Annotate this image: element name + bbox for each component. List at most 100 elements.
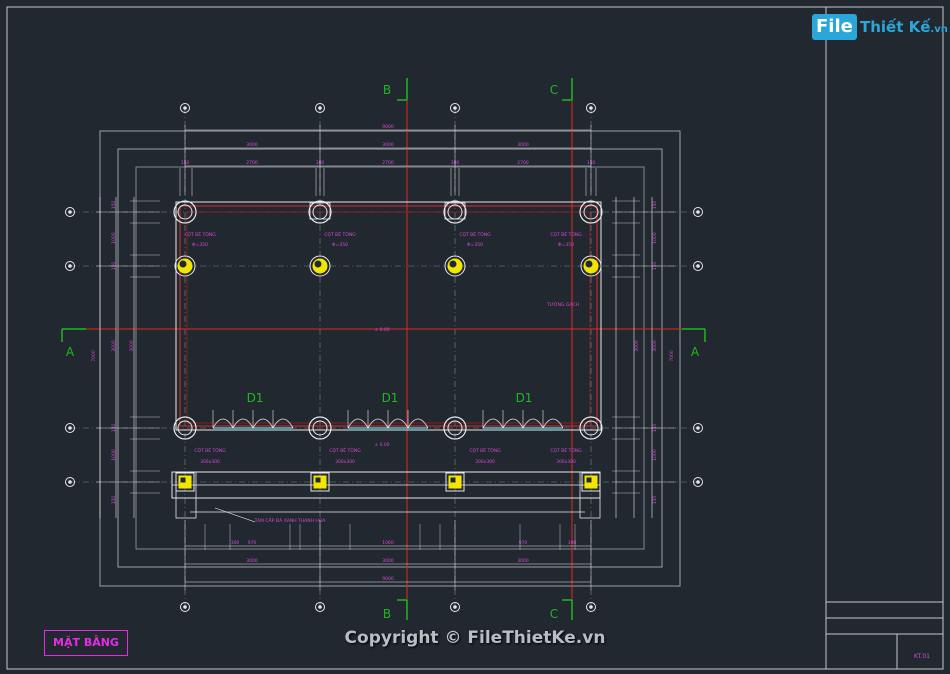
square-column-mark bbox=[180, 477, 186, 483]
door-swing-arc bbox=[542, 418, 564, 429]
column-size: Φ=350 bbox=[192, 242, 208, 248]
dim-side-center: 3000 bbox=[652, 340, 658, 352]
cad-sheet: B C B C A A D1 D1 D1 CỘT BÊ TÔNG Φ=350 CỘT BÊ TÔNG Φ… bbox=[0, 0, 950, 674]
axis-bubble-dot bbox=[318, 605, 322, 609]
logo-file-badge: File bbox=[812, 14, 857, 40]
axis-bubble-dot bbox=[183, 106, 187, 110]
square-column-mark bbox=[450, 477, 456, 483]
section-mark-b: B bbox=[383, 607, 391, 621]
door-swing-arc bbox=[387, 418, 409, 429]
sheet-id: KT.01 bbox=[914, 653, 930, 660]
dim-bay: 3000 bbox=[382, 142, 394, 148]
door-swing-arc bbox=[367, 418, 389, 429]
dim-bay: 3000 bbox=[517, 142, 529, 148]
door-swing-arc bbox=[502, 418, 524, 429]
dim-side: 150 bbox=[111, 201, 117, 210]
axis-bubble-dot bbox=[696, 480, 700, 484]
axis-bubble-dot bbox=[318, 106, 322, 110]
column-size: 300x300 bbox=[335, 459, 355, 465]
axis-bubble-dot bbox=[696, 264, 700, 268]
door-swing-arc bbox=[272, 418, 294, 429]
axis-bubble-dot bbox=[183, 605, 187, 609]
column-label: CỘT BÊ TÔNG bbox=[184, 230, 216, 238]
dim-sub: 1060 bbox=[382, 540, 394, 546]
dim-sub: 2700 bbox=[246, 160, 258, 166]
column-label: CỘT BÊ TÔNG bbox=[469, 446, 501, 454]
axis-bubble-dot bbox=[68, 480, 72, 484]
square-column-mark bbox=[315, 477, 321, 483]
axis-bubble-dot bbox=[696, 426, 700, 430]
yellow-column-mark bbox=[314, 260, 322, 268]
door-swing-arc bbox=[212, 418, 234, 429]
dim-bay: 3000 bbox=[246, 142, 258, 148]
column-label: CỘT BÊ TÔNG bbox=[550, 230, 582, 238]
yellow-column-mark bbox=[449, 260, 457, 268]
stair-leader bbox=[214, 507, 256, 523]
dim-side: 150 bbox=[652, 201, 658, 210]
dim-side: 1000 bbox=[652, 232, 658, 244]
door-swing-arc bbox=[522, 418, 544, 429]
dim-sub: 2700 bbox=[382, 160, 394, 166]
logo-suffix: .vn bbox=[930, 24, 948, 35]
dim-bay: 3000 bbox=[246, 558, 258, 564]
door-swing-arc bbox=[252, 418, 274, 429]
column-size: Φ=350 bbox=[558, 242, 574, 248]
door-swing-arc bbox=[407, 418, 429, 429]
door-tag: D1 bbox=[516, 391, 533, 405]
logo-text: Thiết Kế.vn bbox=[860, 14, 948, 43]
dim-side-center: 3000 bbox=[111, 340, 117, 352]
section-mark-b: B bbox=[383, 83, 391, 97]
column-label: CỘT BÊ TÔNG bbox=[329, 446, 361, 454]
door-swing-arc bbox=[232, 418, 254, 429]
dim-side: 1000 bbox=[111, 232, 117, 244]
axis-bubble-dot bbox=[68, 426, 72, 430]
door-swing-arc bbox=[482, 418, 504, 429]
logo-name: Thiết Kế bbox=[860, 18, 931, 36]
level-mark: ± 0.00 bbox=[374, 327, 389, 333]
axis-bubble-dot bbox=[68, 264, 72, 268]
stair-note: TAM CẤP ĐÁ XANH THANH HÓA bbox=[254, 516, 327, 524]
axis-bubble-dot bbox=[589, 605, 593, 609]
copyright-watermark: Copyright © FileThietKe.vn bbox=[344, 628, 606, 648]
dim-side: 1000 bbox=[652, 449, 658, 461]
floor-plan-drawing: B C B C A A D1 D1 D1 CỘT BÊ TÔNG Φ=350 CỘT BÊ TÔNG Φ… bbox=[6, 6, 944, 670]
column-size: 300x300 bbox=[475, 459, 495, 465]
dim-sub: 2700 bbox=[517, 160, 529, 166]
dim-side-total: 7000 bbox=[91, 350, 97, 362]
column-size: 300x300 bbox=[200, 459, 220, 465]
axis-bubble-dot bbox=[68, 210, 72, 214]
dim-bay: 3000 bbox=[382, 558, 394, 564]
dim-side-total: 7000 bbox=[669, 350, 675, 362]
section-mark-a: A bbox=[66, 345, 75, 359]
dim-sub: 970 bbox=[248, 540, 257, 546]
section-mark-a: A bbox=[691, 345, 700, 359]
dim-bay: 3000 bbox=[517, 558, 529, 564]
dim-side-center: 3000 bbox=[634, 340, 640, 352]
section-mark-c: C bbox=[550, 607, 558, 621]
column-label: CỘT BÊ TÔNG bbox=[194, 446, 226, 454]
column-size: Φ=350 bbox=[467, 242, 483, 248]
dim-total: 9000 bbox=[382, 576, 394, 582]
square-column-mark bbox=[586, 477, 592, 483]
dim-side: 1000 bbox=[111, 449, 117, 461]
sheet-border bbox=[6, 6, 944, 670]
door-swing-arc bbox=[347, 418, 369, 429]
level-mark: ± 0.00 bbox=[374, 442, 389, 448]
axis-bubble-dot bbox=[589, 106, 593, 110]
column-label: CỘT BÊ TÔNG bbox=[550, 446, 582, 454]
site-logo: File Thiết Kế.vn bbox=[812, 14, 948, 40]
door-tag: D1 bbox=[382, 391, 399, 405]
axis-bubble-dot bbox=[696, 210, 700, 214]
column-size: 300x300 bbox=[556, 459, 576, 465]
yellow-column-mark bbox=[179, 260, 187, 268]
axis-bubble-dot bbox=[453, 605, 457, 609]
section-mark-c: C bbox=[550, 83, 558, 97]
dim-side: 150 bbox=[652, 496, 658, 505]
yellow-column-mark bbox=[585, 260, 593, 268]
dim-side: 150 bbox=[111, 496, 117, 505]
dim-sub: 300 bbox=[231, 540, 240, 546]
dim-total: 9000 bbox=[382, 124, 394, 130]
column-label: CỘT BÊ TÔNG bbox=[459, 230, 491, 238]
door-tag: D1 bbox=[247, 391, 264, 405]
wall-note: TƯỜNG GẠCH bbox=[546, 301, 579, 308]
